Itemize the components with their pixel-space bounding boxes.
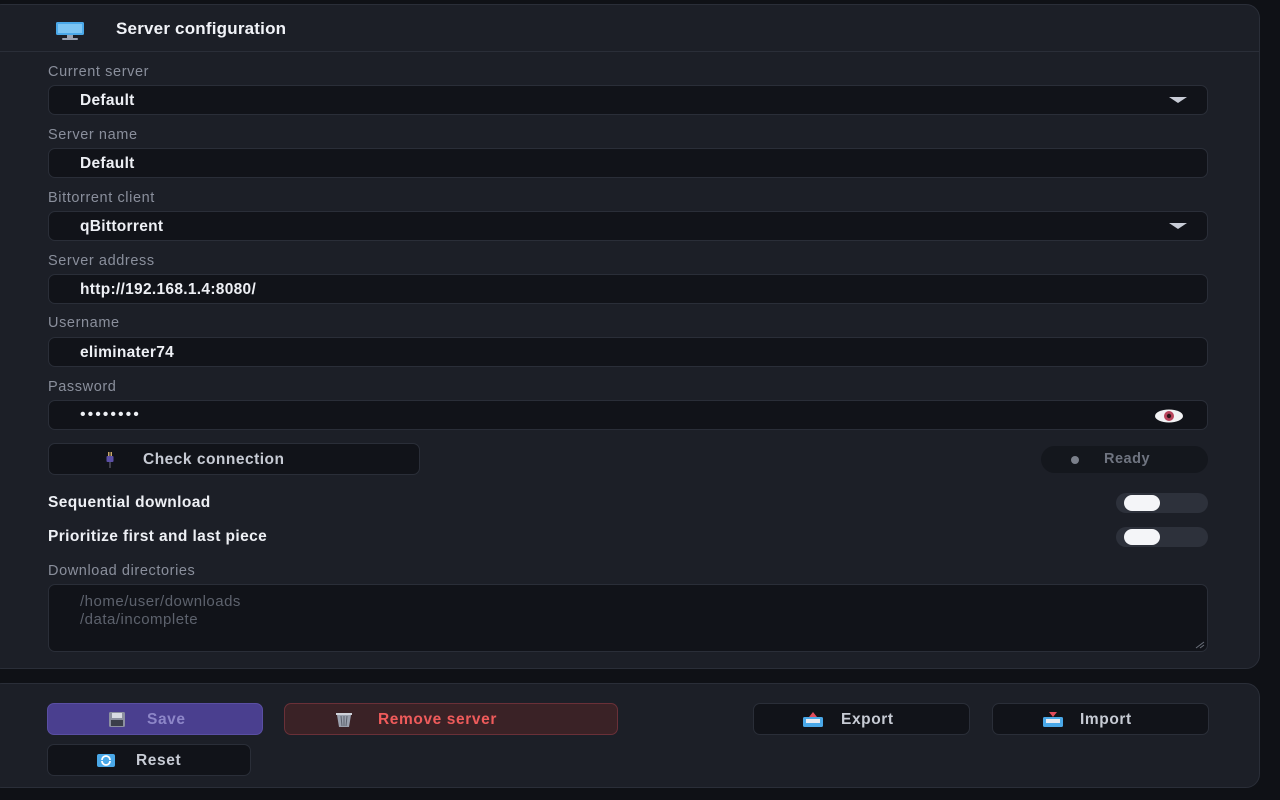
directory-placeholder-line: /home/user/downloads bbox=[80, 593, 241, 610]
remove-server-button[interactable]: Remove server bbox=[284, 703, 618, 735]
status-text: Ready bbox=[1104, 451, 1151, 467]
outbox-tray-icon bbox=[803, 712, 823, 727]
import-button[interactable]: Import bbox=[992, 703, 1209, 735]
plug-icon bbox=[106, 452, 114, 468]
trash-basket-icon bbox=[336, 713, 352, 727]
password-value: •••••••• bbox=[80, 406, 141, 423]
status-dot-icon bbox=[1071, 456, 1079, 464]
reset-label: Reset bbox=[136, 752, 182, 769]
toggle-knob bbox=[1124, 529, 1160, 545]
server-name-input[interactable]: Default bbox=[48, 148, 1208, 178]
export-button[interactable]: Export bbox=[753, 703, 970, 735]
save-button[interactable]: Save bbox=[47, 703, 263, 735]
password-label: Password bbox=[48, 379, 117, 395]
panel-header: Server configuration bbox=[0, 5, 1259, 52]
server-name-label: Server name bbox=[48, 127, 138, 143]
floppy-disk-icon bbox=[109, 712, 125, 727]
username-input[interactable]: eliminater74 bbox=[48, 337, 1208, 367]
download-directories-label: Download directories bbox=[48, 563, 196, 579]
chevron-down-icon bbox=[1169, 97, 1187, 103]
current-server-select[interactable]: Default bbox=[48, 85, 1208, 115]
server-address-label: Server address bbox=[48, 253, 155, 269]
refresh-icon bbox=[97, 754, 115, 767]
resize-grip-icon[interactable] bbox=[1195, 641, 1205, 649]
check-connection-button[interactable]: Check connection bbox=[48, 443, 420, 475]
bittorrent-client-select[interactable]: qBittorrent bbox=[48, 211, 1208, 241]
server-name-value: Default bbox=[80, 155, 135, 172]
server-address-value: http://192.168.1.4:8080/ bbox=[80, 281, 257, 298]
inbox-tray-icon bbox=[1043, 712, 1063, 727]
page-title: Server configuration bbox=[116, 19, 287, 38]
bittorrent-client-label: Bittorrent client bbox=[48, 190, 155, 206]
password-input[interactable]: •••••••• bbox=[48, 400, 1208, 430]
prioritize-pieces-toggle[interactable] bbox=[1116, 527, 1208, 547]
download-directories-textarea[interactable]: /home/user/downloads /data/incomplete bbox=[48, 584, 1208, 652]
reset-button[interactable]: Reset bbox=[47, 744, 251, 776]
sequential-download-label: Sequential download bbox=[48, 494, 211, 511]
server-address-input[interactable]: http://192.168.1.4:8080/ bbox=[48, 274, 1208, 304]
bittorrent-client-value: qBittorrent bbox=[80, 218, 164, 235]
server-config-panel: Server configuration Current server Defa… bbox=[0, 4, 1260, 669]
remove-server-label: Remove server bbox=[378, 711, 497, 728]
import-label: Import bbox=[1080, 711, 1132, 728]
toggle-knob bbox=[1124, 495, 1160, 511]
chevron-down-icon bbox=[1169, 223, 1187, 229]
check-connection-label: Check connection bbox=[143, 451, 285, 468]
monitor-icon bbox=[56, 22, 84, 40]
current-server-label: Current server bbox=[48, 64, 150, 80]
save-label: Save bbox=[147, 711, 186, 728]
prioritize-pieces-label: Prioritize first and last piece bbox=[48, 528, 268, 545]
username-value: eliminater74 bbox=[80, 344, 175, 361]
directory-placeholder-line: /data/incomplete bbox=[80, 611, 199, 628]
sequential-download-toggle[interactable] bbox=[1116, 493, 1208, 513]
eye-icon[interactable] bbox=[1153, 408, 1185, 424]
status-badge: Ready bbox=[1041, 446, 1208, 473]
username-label: Username bbox=[48, 315, 120, 331]
current-server-value: Default bbox=[80, 92, 135, 109]
actions-footer: Save Remove server Export Import Reset bbox=[0, 683, 1260, 788]
export-label: Export bbox=[841, 711, 894, 728]
